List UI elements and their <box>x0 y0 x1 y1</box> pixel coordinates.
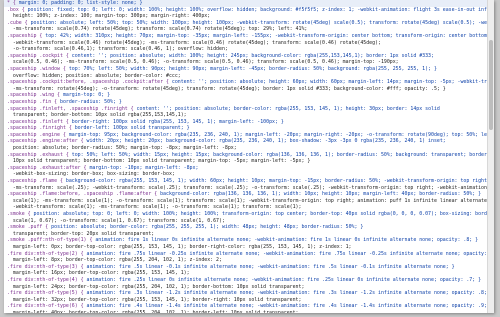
code-line: .spaceship .engine:after { width: 20px; … <box>7 138 446 145</box>
code-line: -ms-transform: scale(.25); -webkit-trans… <box>12 184 488 191</box>
vertical-scrollbar[interactable] <box>487 0 494 313</box>
code-line: .box { position: fixed; top: 0; left: 0;… <box>7 6 488 13</box>
code-line: .spaceship .engine { margin-top: 95px; b… <box>7 131 488 138</box>
code-line: .spaceship .cockpit { content: ''; posit… <box>7 52 434 59</box>
code-line: margin-left: 0px; border-top-color: rgba… <box>7 243 352 250</box>
code-line: margin-left: 8px; border-top-color: rgba… <box>7 257 222 264</box>
code-line: .fire div:nth-of-type(2) { animation: fi… <box>7 250 488 257</box>
code-line: .fire div:nth-of-type(5) { animation: fi… <box>7 290 488 297</box>
code-line: overflow: hidden; position: absolute; bo… <box>7 72 181 79</box>
code-line: -ms-transform: scale(0.74) rotate(45deg)… <box>7 26 308 33</box>
code-line: -webkit-transform: scale(0.46) rotate(45… <box>7 39 381 46</box>
code-line: margin-left: 32px; border-top-color: rgb… <box>7 296 302 303</box>
code-line: 10px solid transparent; border-bottom: 1… <box>7 158 311 165</box>
code-line: margin-left: 24px; border-top-color: rgb… <box>7 283 305 290</box>
code-line: .fire div:nth-of-type(6) { animation: fi… <box>7 303 488 310</box>
code-line: .spaceship .window { top: 70%; left: 50%… <box>7 65 437 72</box>
code-line: .spaceship .finleft, .spaceship .finrigh… <box>7 105 440 112</box>
code-line: .spaceship .fin { border-radius: 50%; } <box>7 98 122 105</box>
code-editor-window: * { margin: 0; padding: 0; list-style: n… <box>4 0 494 313</box>
code-line: -webkit-transform: scale(1); -ms-transfo… <box>7 204 302 211</box>
code-line: .spaceship .finleft { border-right: 100p… <box>7 118 284 125</box>
code-line: transparent; border-bottom: 10px solid r… <box>7 112 187 119</box>
code-line: scale(0.5, 0.46); -ms-transform: scale(0… <box>7 59 399 66</box>
code-line: -webkit-box-sizing: border-box; box-sizi… <box>7 171 175 178</box>
code-line: margin-left: 16px; border-top-color: rgb… <box>7 270 190 277</box>
code-line: .fire div:nth-of-type(3) { animation: fi… <box>7 263 455 270</box>
code-line: scale(1, 0.67); -o-transform: scale(1, 0… <box>7 217 225 224</box>
code-line: * { margin: 0; padding: 0; list-style: n… <box>4 0 488 7</box>
scrollbar-thumb[interactable] <box>489 40 493 130</box>
code-line: position: absolute; border-radius: 50%; … <box>7 145 237 152</box>
code-line: .spaceship { top: 42%; width: 310px; hei… <box>7 32 488 39</box>
code-line: .cube { position: absolute; left: 50%; t… <box>7 19 488 26</box>
code-line: margin-left: 40px; border-top-color: rgb… <box>7 309 299 313</box>
code-line: .spaceship .finright { border-left: 100p… <box>7 125 190 132</box>
css-code-area[interactable]: * { margin: 0; padding: 0; list-style: n… <box>4 0 488 313</box>
code-line: .smoke { position: absolute; top: 0; lef… <box>7 211 488 217</box>
code-line: .smoke .puff:nth-of-type(1) { animation:… <box>7 237 479 244</box>
code-line: .smoke .puff { position: absolute; borde… <box>7 224 364 231</box>
code-line: .spaceship .cockpit:before, .spaceship .… <box>7 79 488 86</box>
code-line: .spaceship .wing { margin-top: 0; } <box>7 92 111 99</box>
code-line: .spaceship .flame { background-color: rg… <box>7 178 488 185</box>
code-line: .spaceship .flame:before, .spaceship .fl… <box>7 191 482 198</box>
code-line: .spaceship .exhaust:after { margin-top: … <box>7 164 199 171</box>
code-line: .spaceship .exhaust { top: 50%; left: 50… <box>7 151 488 158</box>
code-line: -o-transform: scale(0.46,1); transform: … <box>7 46 228 53</box>
code-line: -ms-transform: rotate(45deg); -o-transfo… <box>7 85 446 92</box>
code-line: height: 100%; z-index: 100; margin-top: … <box>7 13 211 20</box>
code-line: scale(1); -ms-transform: scale(1); -o-tr… <box>7 197 488 204</box>
code-line: transparent; border-top: 20px solid tran… <box>7 230 155 237</box>
code-line: .fire div:nth-of-type(4) { animation: fi… <box>7 276 482 283</box>
